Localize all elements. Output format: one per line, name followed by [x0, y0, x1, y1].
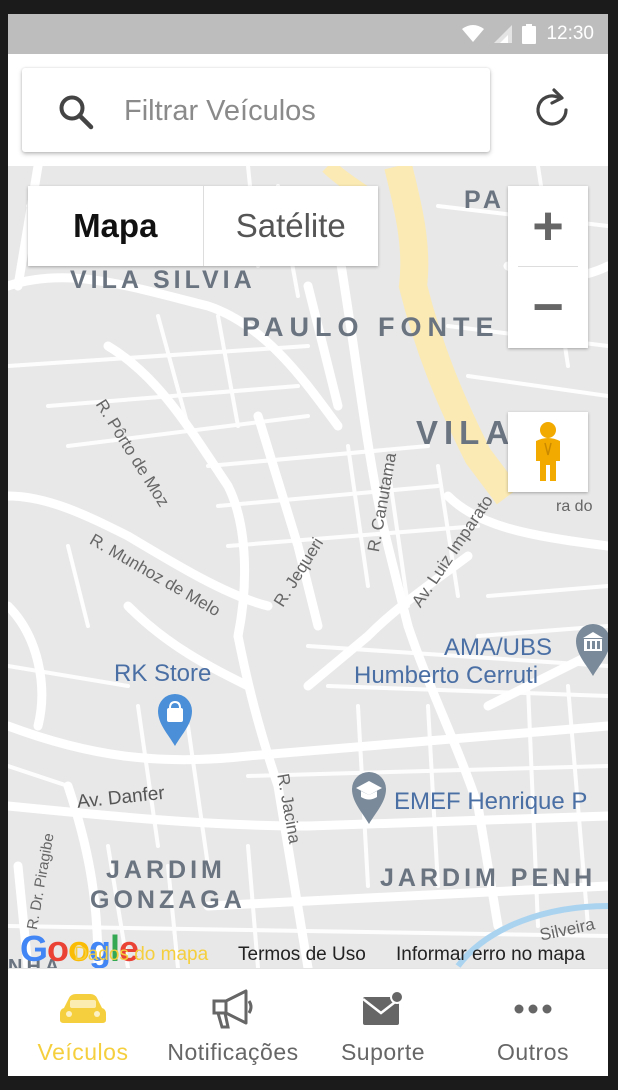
refresh-icon[interactable] — [528, 86, 576, 134]
map-view[interactable]: VILA SILVIA PAULO FONTE VILA S JARDIM GO… — [8, 166, 608, 968]
signal-icon — [494, 25, 513, 43]
wifi-icon — [462, 25, 485, 42]
nav-item-vehicles[interactable]: Veículos — [8, 969, 158, 1076]
more-dots-icon — [509, 989, 557, 1029]
zoom-in-button[interactable]: + — [508, 186, 588, 266]
car-icon — [59, 989, 107, 1029]
school-icon[interactable] — [350, 770, 388, 826]
nav-label: Notificações — [167, 1039, 299, 1065]
neighborhood-label: PA — [464, 186, 505, 214]
nav-label: Veículos — [37, 1039, 129, 1065]
top-app-bar — [8, 54, 608, 166]
pegman-icon — [536, 422, 560, 481]
status-time: 12:30 — [546, 23, 594, 44]
neighborhood-label: GONZAGA — [90, 886, 246, 914]
map-attribution: Google Dados do mapa Termos de Uso Infor… — [8, 928, 608, 968]
hospital-icon[interactable] — [574, 622, 608, 678]
terms-link[interactable]: Termos de Uso — [238, 944, 366, 966]
megaphone-icon — [209, 989, 257, 1029]
status-icons: 12:30 — [462, 22, 594, 46]
zoom-out-button[interactable]: − — [508, 267, 588, 347]
street-label: ra do — [556, 498, 593, 515]
search-box[interactable] — [22, 68, 490, 152]
poi-label-emef[interactable]: EMEF Henrique P — [394, 788, 587, 816]
zoom-controls: + − — [508, 186, 588, 348]
neighborhood-label: VILA SILVIA — [70, 266, 256, 294]
neighborhood-label: PAULO FONTE — [242, 312, 500, 342]
nav-label: Outros — [496, 1039, 570, 1065]
mail-icon — [359, 989, 407, 1029]
report-error-link[interactable]: Informar erro no mapa — [396, 944, 585, 966]
bottom-navigation: Veículos Notificações Suporte Outros — [8, 968, 608, 1076]
poi-label-humberto-cerruti[interactable]: Humberto Cerruti — [354, 662, 538, 690]
poi-label-rk-store[interactable]: RK Store — [114, 660, 211, 688]
nav-item-others[interactable]: Outros — [458, 969, 608, 1076]
neighborhood-label: JARDIM PENH — [380, 864, 597, 892]
street-view-button[interactable] — [508, 412, 588, 492]
vehicle-filter-input[interactable] — [122, 82, 476, 140]
neighborhood-label: JARDIM — [106, 856, 226, 884]
battery-icon — [522, 24, 537, 44]
map-type-toggle: Mapa Satélite — [28, 186, 378, 266]
shopping-bag-icon[interactable] — [156, 692, 194, 748]
nav-item-notifications[interactable]: Notificações — [158, 969, 308, 1076]
nav-label: Suporte — [340, 1039, 426, 1065]
poi-label-ama-ubs[interactable]: AMA/UBS — [444, 634, 552, 662]
search-icon — [59, 95, 94, 130]
app-screen: 12:30 Filtrar Veículos VILA SILVIA PAULO… — [8, 14, 608, 1076]
map-type-satellite-button[interactable]: Satélite — [204, 186, 379, 266]
map-data-link[interactable]: Dados do mapa — [74, 944, 208, 966]
nav-item-support[interactable]: Suporte — [308, 969, 458, 1076]
map-type-map-button[interactable]: Mapa — [28, 186, 204, 266]
status-bar: 12:30 — [8, 14, 608, 54]
